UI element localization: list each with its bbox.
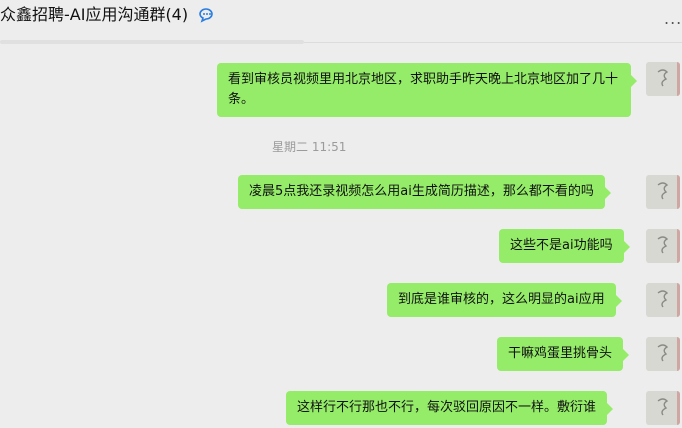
user-avatar[interactable] <box>646 337 680 371</box>
message-bubble[interactable]: 这些不是ai功能吗 <box>499 229 630 263</box>
message-bubble[interactable]: 看到审核员视频里用北京地区，求职助手昨天晚上北京地区加了几十条。 <box>217 63 637 117</box>
message-bubble[interactable]: 这样行不行那也不行，每次驳回原因不一样。敷衍谁 <box>286 391 614 425</box>
header-scroll-shadow <box>0 40 304 44</box>
message-bubble[interactable]: 到底是谁审核的，这么明显的ai应用 <box>387 283 622 317</box>
chat-bubble-icon[interactable] <box>197 6 215 24</box>
message-bubble[interactable]: 凌晨5点我还录视频怎么用ai生成简历描述，那么都不看的吗 <box>238 175 611 209</box>
message-bubble[interactable]: 干嘛鸡蛋里挑骨头 <box>497 337 630 371</box>
chat-header: 众鑫招聘-AI应用沟通群(4) ... <box>0 0 682 43</box>
message-timestamp: 星期二 11:51 <box>272 140 347 154</box>
user-avatar[interactable] <box>646 175 680 209</box>
user-avatar[interactable] <box>646 62 680 96</box>
user-avatar[interactable] <box>646 229 680 263</box>
chat-title[interactable]: 众鑫招聘-AI应用沟通群(4) <box>0 4 188 26</box>
user-avatar[interactable] <box>646 391 680 425</box>
user-avatar[interactable] <box>646 283 680 317</box>
more-options-icon[interactable]: ... <box>664 11 682 27</box>
